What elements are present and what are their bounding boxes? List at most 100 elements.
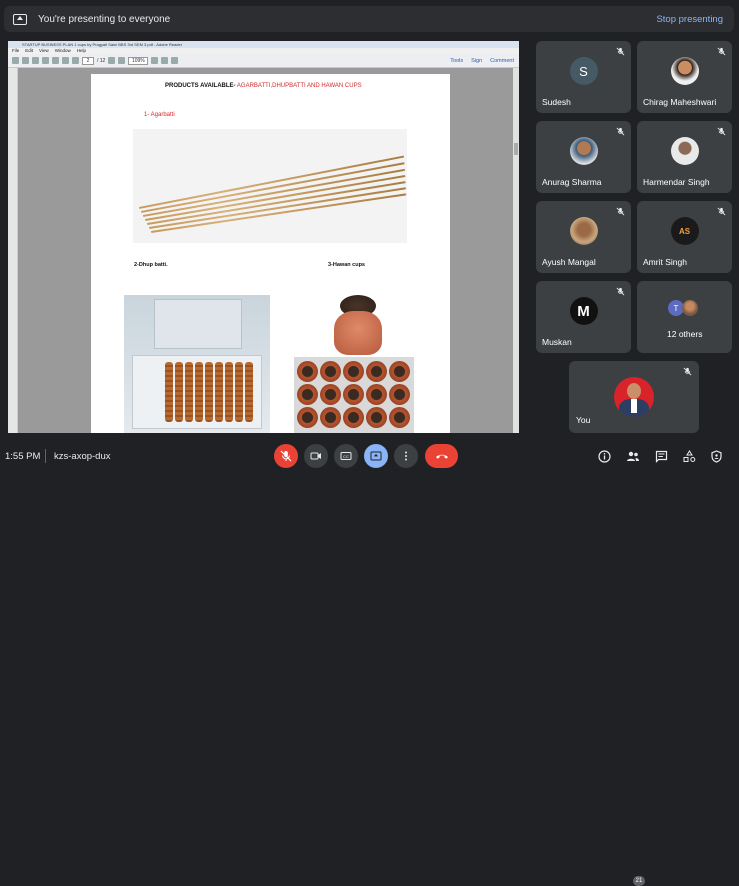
zoom-select[interactable]: 109%	[128, 56, 149, 65]
present-button[interactable]	[364, 444, 388, 468]
others-count: 12 others	[667, 329, 703, 339]
presenting-message: You're presenting to everyone	[38, 13, 171, 25]
chat-button[interactable]	[653, 448, 669, 464]
phone-hangup-icon	[435, 454, 448, 459]
item-dhup-batti: 2-Dhup batti.	[134, 262, 168, 268]
participant-tile[interactable]: AS Amrit Singh	[637, 201, 732, 273]
pdf-nav-panel[interactable]	[8, 68, 18, 433]
avatar	[670, 137, 699, 165]
meeting-details-button[interactable]	[596, 448, 612, 464]
mic-off-icon	[616, 287, 625, 296]
divider	[45, 449, 46, 463]
avatar: AS	[670, 217, 699, 245]
people-button[interactable]	[625, 448, 641, 464]
self-name: You	[576, 415, 591, 425]
participant-tile[interactable]: Ayush Mangal	[536, 201, 631, 273]
camera-button[interactable]	[304, 444, 328, 468]
pdf-toolbar: 2 / 12 109% Tools Sign Comment	[8, 54, 519, 68]
zoom-out-icon[interactable]	[108, 57, 116, 64]
participant-tile[interactable]: M Muskan	[536, 281, 631, 353]
open-icon[interactable]	[12, 57, 19, 64]
mic-off-icon	[717, 207, 726, 216]
mic-off-icon	[280, 450, 292, 462]
present-screen-icon	[370, 451, 382, 461]
sign-icon[interactable]	[171, 57, 179, 64]
mic-off-icon	[683, 367, 692, 376]
participant-tile[interactable]: Anurag Sharma	[536, 121, 631, 193]
captions-button[interactable]: CC	[334, 444, 358, 468]
email-icon[interactable]	[52, 57, 59, 64]
camera-icon	[310, 452, 321, 460]
avatar: M	[569, 297, 598, 325]
more-vert-icon	[405, 451, 407, 461]
captions-icon: CC	[340, 452, 352, 460]
people-icon	[627, 451, 639, 461]
participant-name: Harmendar Singh	[643, 177, 710, 187]
self-tile[interactable]: You	[569, 361, 699, 433]
avatar	[614, 377, 654, 417]
avatar: S	[569, 57, 598, 85]
others-tile[interactable]: T 12 others	[637, 281, 732, 353]
control-bar: 1:55 PM kzs-axop-dux CC 21	[0, 436, 739, 886]
participant-tile[interactable]: Chirag Maheshwari	[637, 41, 732, 113]
pdf-scrollbar[interactable]	[513, 68, 519, 433]
page-total: / 12	[97, 57, 106, 64]
participant-name: Sudesh	[542, 97, 571, 107]
participant-name: Muskan	[542, 337, 572, 347]
meeting-clock: 1:55 PM	[5, 451, 41, 462]
shield-icon	[710, 449, 722, 463]
fit-icon[interactable]	[151, 57, 159, 64]
create-icon[interactable]	[22, 57, 29, 64]
prev-page-icon[interactable]	[62, 57, 69, 64]
meeting-code: kzs-axop-dux	[54, 451, 111, 462]
pdf-page: PRODUCTS AVAILABLE- AGARBATTI,DHUPBATTI …	[91, 74, 450, 433]
mic-off-icon	[717, 127, 726, 136]
avatar	[569, 137, 598, 165]
participant-tile[interactable]: S Sudesh	[536, 41, 631, 113]
dhup-batti-image	[124, 295, 270, 433]
avatar	[670, 57, 699, 85]
leave-call-button[interactable]	[425, 444, 458, 468]
stop-presenting-button[interactable]: Stop presenting	[656, 14, 723, 25]
hawan-cups-image	[294, 295, 414, 433]
heading-black: PRODUCTS AVAILABLE-	[165, 83, 236, 89]
mic-off-icon	[616, 47, 625, 56]
heading-red: AGARBATTI,DHUPBATTI AND HAWAN CUPS	[235, 83, 362, 89]
activities-icon	[683, 449, 695, 462]
save-icon[interactable]	[32, 57, 39, 64]
present-screen-icon	[13, 13, 27, 25]
scrollbar-thumb[interactable]	[514, 143, 518, 155]
avatar	[569, 217, 598, 245]
comment-link[interactable]: Comment	[490, 58, 514, 64]
tools-link[interactable]: Tools	[450, 58, 463, 64]
activities-button[interactable]	[681, 448, 697, 464]
participant-name: Ayush Mangal	[542, 257, 596, 267]
chat-icon	[655, 450, 667, 463]
mic-off-icon	[616, 207, 625, 216]
more-options-button[interactable]	[394, 444, 418, 468]
participant-name: Chirag Maheshwari	[643, 97, 717, 107]
sign-link[interactable]: Sign	[471, 58, 482, 64]
people-count-badge: 21	[633, 876, 645, 886]
host-controls-button[interactable]	[708, 448, 724, 464]
pdf-window-title: STARTUP BUSINESS PLAN 1 cups by Pragyati…	[8, 41, 519, 48]
microphone-button[interactable]	[274, 444, 298, 468]
svg-text:CC: CC	[343, 454, 349, 459]
products-heading: PRODUCTS AVAILABLE- AGARBATTI,DHUPBATTI …	[165, 83, 362, 89]
agarbatti-image	[133, 129, 407, 243]
zoom-in-icon[interactable]	[118, 57, 126, 64]
item-hawan-cups: 3-Hawan cups	[328, 262, 365, 268]
participant-tile[interactable]: Harmendar Singh	[637, 121, 732, 193]
print-icon[interactable]	[42, 57, 49, 64]
item-agarbatti: 1- Agarbatti	[144, 112, 175, 118]
shared-screen: STARTUP BUSINESS PLAN 1 cups by Pragyati…	[8, 41, 519, 433]
comment-icon[interactable]	[161, 57, 169, 64]
mini-avatar	[682, 300, 698, 316]
next-page-icon[interactable]	[72, 57, 79, 64]
participant-name: Anurag Sharma	[542, 177, 602, 187]
info-icon	[597, 449, 611, 463]
participant-name: Amrit Singh	[643, 257, 687, 267]
mic-off-icon	[717, 47, 726, 56]
presenting-banner: You're presenting to everyone Stop prese…	[4, 6, 734, 32]
page-number-input[interactable]: 2	[82, 56, 94, 65]
